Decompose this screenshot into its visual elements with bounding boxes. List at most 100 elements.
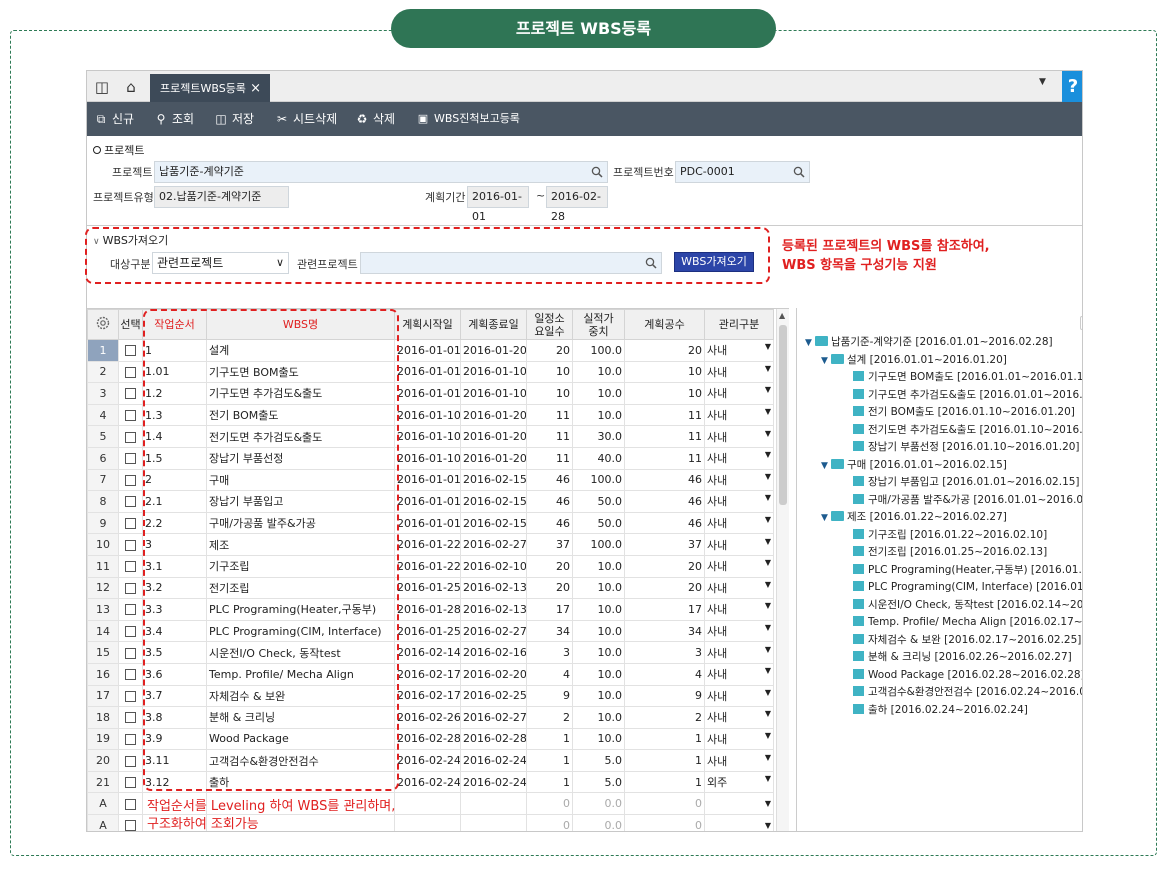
cell-plan-start[interactable]: 2016-01-01 <box>394 490 461 513</box>
dropdown-arrow-icon[interactable]: ▼ <box>765 493 771 502</box>
cell-management-type[interactable]: ▼ <box>704 792 774 816</box>
cell-management-type[interactable]: 사내 ▼ <box>704 382 774 405</box>
project-no-field[interactable]: PDC-0001 <box>675 161 810 183</box>
cell-plan-effort[interactable]: 20 <box>624 576 705 600</box>
tree-leaf[interactable]: 고객검수&환경안전검수 [2016.02.24~2016.02.24] <box>853 684 1082 701</box>
cell-row-checkbox[interactable] <box>118 468 143 492</box>
cell-plan-start[interactable]: 2016-02-14 <box>394 641 461 664</box>
cell-actual-weight[interactable]: 10.0 <box>572 662 625 686</box>
checkbox[interactable] <box>125 410 136 422</box>
period-end-field[interactable]: 2016-02-28 <box>546 186 608 223</box>
checkbox[interactable] <box>125 690 136 702</box>
cell-plan-end[interactable]: 2016-01-20 <box>460 339 527 362</box>
dropdown-arrow-icon[interactable]: ▼ <box>765 821 771 830</box>
tree-leaf[interactable]: 전기조립 [2016.01.25~2016.02.13] <box>853 544 1047 561</box>
cell-plan-start[interactable]: 2016-01-10 <box>394 403 461 427</box>
cell-row-checkbox[interactable] <box>118 425 143 448</box>
dropdown-arrow-icon[interactable]: ▼ <box>765 601 771 610</box>
cell-row-checkbox[interactable] <box>118 619 143 643</box>
cell-duration-days[interactable]: 4 <box>526 662 573 686</box>
cell-actual-weight[interactable]: 100.0 <box>572 533 625 556</box>
cell-management-type[interactable]: 사내 ▼ <box>704 533 774 556</box>
dropdown-arrow-icon[interactable]: ▼ <box>765 731 771 740</box>
cell-plan-start[interactable]: 2016-01-01 <box>394 339 461 362</box>
checkbox[interactable] <box>125 733 136 745</box>
cell-duration-days[interactable]: 46 <box>526 511 573 535</box>
cell-duration-days[interactable]: 1 <box>526 727 573 751</box>
dropdown-arrow-icon[interactable]: ▼ <box>765 558 771 567</box>
tree-leaf[interactable]: 장납기 부품입고 [2016.01.01~2016.02.15] <box>853 474 1080 491</box>
cell-plan-end[interactable]: 2016-02-15 <box>460 490 527 513</box>
dropdown-arrow-icon[interactable]: ▼ <box>765 688 771 697</box>
cell-plan-end[interactable]: 2016-02-24 <box>460 749 527 772</box>
cell-duration-days[interactable]: 10 <box>526 382 573 405</box>
cell-duration-days[interactable]: 20 <box>526 554 573 578</box>
cell-actual-weight[interactable]: 100.0 <box>572 468 625 492</box>
cell-duration-days[interactable]: 17 <box>526 598 573 621</box>
grid-scrollbar[interactable]: ▲ <box>776 309 789 831</box>
close-icon[interactable]: × <box>250 74 261 103</box>
cell-plan-effort[interactable]: 46 <box>624 490 705 513</box>
cell-row-checkbox[interactable] <box>118 533 143 556</box>
cell-row-checkbox[interactable] <box>118 403 143 427</box>
cell-row-checkbox[interactable] <box>118 554 143 578</box>
cell-management-type[interactable]: 사내 ▼ <box>704 425 774 448</box>
checkbox[interactable] <box>125 604 136 616</box>
tree-leaf[interactable]: PLC Programing(Heater,구동부) [2016.01.28~2… <box>853 562 1082 579</box>
cell-duration-days[interactable]: 0 <box>526 814 573 831</box>
cell-actual-weight[interactable]: 30.0 <box>572 425 625 448</box>
col-select[interactable]: 선택 <box>118 309 143 340</box>
dropdown-arrow-icon[interactable]: ▼ <box>765 645 771 654</box>
tree-leaf[interactable]: 구매/가공품 발주&가공 [2016.01.01~2016.02.15] <box>853 492 1082 509</box>
cell-duration-days[interactable]: 3 <box>526 641 573 664</box>
cell-plan-effort[interactable]: 9 <box>624 684 705 708</box>
tab-list-dropdown-icon[interactable]: ▼ <box>1039 77 1046 87</box>
cell-plan-end[interactable] <box>460 792 527 816</box>
checkbox[interactable] <box>125 755 136 767</box>
dropdown-arrow-icon[interactable]: ▼ <box>765 799 771 808</box>
cell-plan-effort[interactable]: 1 <box>624 770 705 794</box>
cell-row-checkbox[interactable] <box>118 598 143 621</box>
checkbox[interactable] <box>125 496 136 508</box>
cell-plan-start[interactable]: 2016-01-10 <box>394 425 461 448</box>
tree-leaf[interactable]: PLC Programing(CIM, Interface) [2016.01.… <box>853 579 1082 596</box>
cell-duration-days[interactable]: 46 <box>526 468 573 492</box>
cell-plan-effort[interactable]: 0 <box>624 814 705 831</box>
col-management-type[interactable]: 관리구분 <box>704 309 774 340</box>
cell-row-checkbox[interactable] <box>118 576 143 600</box>
cell-plan-start[interactable]: 2016-01-28 <box>394 598 461 621</box>
wbs-progress-report-button[interactable]: ▣ WBS진척보고등록 <box>415 102 520 136</box>
expand-toggle-icon[interactable]: ▼ <box>805 335 815 352</box>
cell-actual-weight[interactable]: 10.0 <box>572 727 625 751</box>
cell-duration-days[interactable]: 1 <box>526 749 573 772</box>
cell-plan-effort[interactable]: 4 <box>624 662 705 686</box>
tree-leaf[interactable]: 전기 BOM출도 [2016.01.10~2016.01.20] <box>853 404 1075 421</box>
cell-plan-effort[interactable]: 11 <box>624 425 705 448</box>
cell-plan-end[interactable]: 2016-02-27 <box>460 619 527 643</box>
tree-leaf[interactable]: 기구도면 추가검도&출도 [2016.01.01~2016.01.10] <box>853 387 1082 404</box>
cell-row-checkbox[interactable] <box>118 490 143 513</box>
cell-plan-effort[interactable]: 37 <box>624 533 705 556</box>
col-plan-start[interactable]: 계획시작일 <box>394 309 461 340</box>
cell-management-type[interactable]: 사내 ▼ <box>704 339 774 362</box>
cell-plan-end[interactable]: 2016-01-20 <box>460 425 527 448</box>
cell-duration-days[interactable]: 1 <box>526 770 573 794</box>
tree-leaf[interactable]: Wood Package [2016.02.28~2016.02.28] <box>853 667 1082 684</box>
dropdown-arrow-icon[interactable]: ▼ <box>765 515 771 524</box>
cell-management-type[interactable]: 사내 ▼ <box>704 554 774 578</box>
cell-plan-effort[interactable]: 1 <box>624 727 705 751</box>
checkbox[interactable] <box>125 539 136 551</box>
cell-row-checkbox[interactable] <box>118 792 143 816</box>
cell-management-type[interactable]: 사내 ▼ <box>704 749 774 772</box>
cell-duration-days[interactable]: 20 <box>526 339 573 362</box>
dropdown-arrow-icon[interactable]: ▼ <box>765 709 771 718</box>
cell-management-type[interactable]: 사내 ▼ <box>704 360 774 384</box>
cell-plan-effort[interactable]: 20 <box>624 554 705 578</box>
cell-actual-weight[interactable]: 40.0 <box>572 446 625 470</box>
scrollbar-thumb[interactable] <box>779 325 787 505</box>
cell-row-checkbox[interactable] <box>118 382 143 405</box>
window-icon[interactable]: ◫ <box>92 77 112 97</box>
cell-actual-weight[interactable]: 10.0 <box>572 619 625 643</box>
tree-node[interactable]: ▼ 구매 [2016.01.01~2016.02.15] <box>821 457 1007 474</box>
tree-leaf[interactable]: 기구조립 [2016.01.22~2016.02.10] <box>853 527 1047 544</box>
